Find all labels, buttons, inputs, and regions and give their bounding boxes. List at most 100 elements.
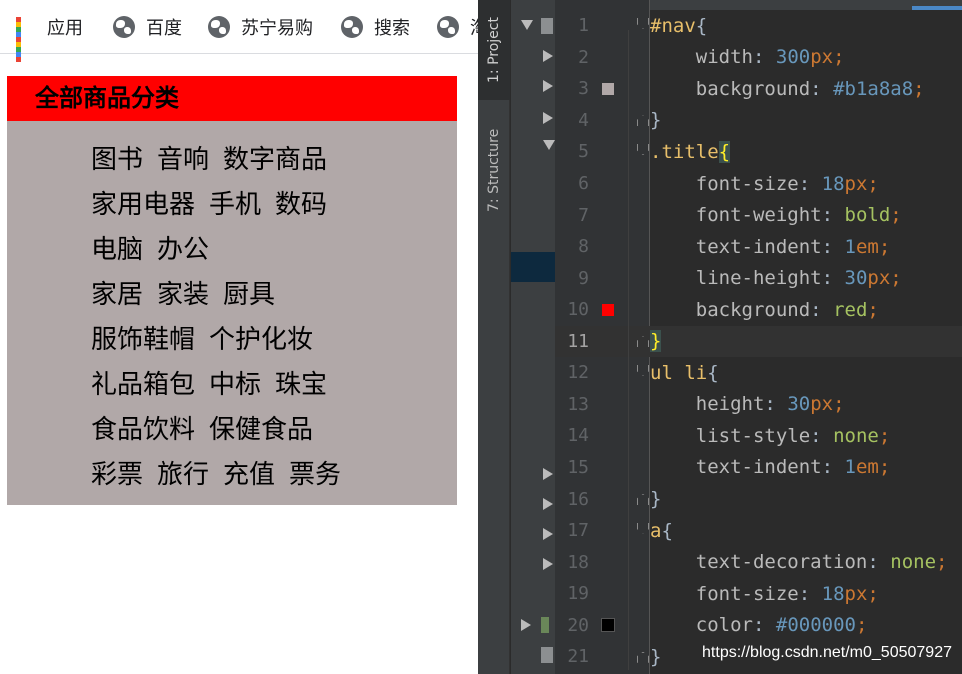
category-link[interactable]: 票务: [289, 460, 341, 490]
selected-tree-row[interactable]: [511, 252, 555, 282]
code-line[interactable]: 13 height: 30px;: [555, 389, 962, 421]
bookmark-taobao[interactable]: 淘: [437, 14, 478, 40]
category-link[interactable]: 服饰鞋帽: [91, 325, 195, 355]
code-line[interactable]: 1 #nav{: [555, 10, 962, 42]
bookmark-baidu[interactable]: 百度: [113, 14, 182, 40]
tab-project[interactable]: 1: Project: [478, 0, 510, 100]
category-link[interactable]: 数字商品: [223, 145, 327, 175]
category-row: 家用电器 手机 数码: [91, 188, 457, 233]
code-line[interactable]: 17 a{: [555, 515, 962, 547]
code-text: #nav{: [650, 14, 708, 37]
code-text: text-decoration: none;: [695, 551, 948, 574]
code-line[interactable]: 8 text-indent: 1em;: [555, 231, 962, 263]
line-number: 12: [567, 362, 589, 384]
category-link[interactable]: 数码: [275, 190, 327, 220]
tab-structure[interactable]: 7: Structure: [478, 110, 510, 230]
collapse-arrow-icon[interactable]: [543, 140, 555, 150]
code-line[interactable]: 6 font-size: 18px;: [555, 168, 962, 200]
category-link[interactable]: 音响: [157, 145, 209, 175]
apps-grid-icon: [16, 17, 36, 62]
indent-guide: [628, 30, 629, 670]
line-number: 2: [578, 46, 589, 68]
code-line[interactable]: 11}: [555, 325, 962, 357]
category-link[interactable]: 手机: [209, 190, 261, 220]
line-number: 4: [578, 109, 589, 131]
category-link[interactable]: 家装: [157, 280, 209, 310]
category-row: 食品饮料 保健食品: [91, 413, 457, 458]
expand-arrow-icon[interactable]: [543, 112, 553, 124]
code-text: a{: [650, 519, 673, 542]
code-line[interactable]: 9 line-height: 30px;: [555, 262, 962, 294]
category-link[interactable]: 彩票: [91, 460, 143, 490]
tool-window-strip: 1: Project 7: Structure: [478, 0, 510, 674]
code-line[interactable]: 7 font-weight: bold;: [555, 199, 962, 231]
code-line[interactable]: 4}: [555, 105, 962, 137]
code-text: line-height: 30px;: [695, 267, 902, 290]
expand-arrow-icon[interactable]: [543, 498, 553, 510]
code-line[interactable]: 15 text-indent: 1em;: [555, 452, 962, 484]
code-line[interactable]: 5 .title{: [555, 136, 962, 168]
color-swatch-icon[interactable]: [602, 82, 614, 95]
watermark-url: https://blog.csdn.net/m0_50507927: [702, 644, 952, 662]
expand-arrow-icon[interactable]: [543, 50, 553, 62]
bookmark-label: 搜索: [374, 18, 410, 39]
line-number: 1: [578, 15, 589, 37]
expand-arrow-icon[interactable]: [521, 619, 531, 631]
file-icon: [541, 647, 553, 663]
category-link[interactable]: 图书: [91, 145, 143, 175]
category-row: 服饰鞋帽 个护化妆: [91, 323, 457, 368]
category-link[interactable]: 个护化妆: [209, 325, 313, 355]
category-link[interactable]: 办公: [157, 235, 209, 265]
code-line[interactable]: 20 color: #000000;: [555, 609, 962, 641]
category-link[interactable]: 充值: [223, 460, 275, 490]
code-text: font-size: 18px;: [695, 582, 879, 605]
code-line[interactable]: 19 font-size: 18px;: [555, 578, 962, 610]
line-number: 14: [567, 425, 589, 447]
color-swatch-icon[interactable]: [602, 303, 614, 316]
color-swatch-icon[interactable]: [601, 618, 615, 633]
code-line[interactable]: 3 background: #b1a8a8;: [555, 73, 962, 105]
globe-icon: [208, 16, 230, 38]
category-link[interactable]: 电脑: [91, 235, 143, 265]
project-tree-panel: [511, 0, 555, 674]
fold-close-icon[interactable]: [635, 649, 649, 665]
line-number: 11: [567, 330, 589, 352]
category-link[interactable]: 旅行: [157, 460, 209, 490]
code-line[interactable]: 2 width: 300px;: [555, 42, 962, 74]
collapse-arrow-icon[interactable]: [521, 20, 533, 30]
expand-arrow-icon[interactable]: [543, 528, 553, 540]
code-editor[interactable]: 1 #nav{ 2 width: 300px; 3 background: #b1a8…: [555, 0, 962, 674]
line-number: 8: [578, 236, 589, 258]
line-number: 7: [578, 204, 589, 226]
fold-close-icon[interactable]: [635, 491, 649, 507]
category-link[interactable]: 食品饮料: [91, 415, 195, 445]
fold-open-icon[interactable]: [635, 523, 649, 539]
expand-arrow-icon[interactable]: [543, 80, 553, 92]
fold-open-icon[interactable]: [635, 144, 649, 160]
line-number: 18: [567, 551, 589, 573]
code-line[interactable]: 18 text-decoration: none;: [555, 546, 962, 578]
fold-open-icon[interactable]: [635, 365, 649, 381]
category-link[interactable]: 厨具: [223, 280, 275, 310]
code-line[interactable]: 12 ul li{: [555, 357, 962, 389]
category-link[interactable]: 珠宝: [275, 370, 327, 400]
code-line[interactable]: 14 list-style: none;: [555, 420, 962, 452]
fold-close-icon[interactable]: [635, 112, 649, 128]
code-line[interactable]: 16}: [555, 483, 962, 515]
category-link[interactable]: 家用电器: [91, 190, 195, 220]
category-row: 礼品箱包 中标 珠宝: [91, 368, 457, 413]
category-link[interactable]: 家居: [91, 280, 143, 310]
code-text: font-weight: bold;: [695, 204, 902, 227]
expand-arrow-icon[interactable]: [543, 468, 553, 480]
code-text: }: [650, 488, 662, 510]
fold-close-icon[interactable]: [635, 333, 649, 349]
category-link[interactable]: 中标: [209, 370, 261, 400]
code-line[interactable]: 10 background: red;: [555, 294, 962, 326]
expand-arrow-icon[interactable]: [543, 558, 553, 570]
bookmark-search[interactable]: 搜索: [341, 14, 410, 40]
bookmark-apps[interactable]: 应用: [16, 14, 83, 62]
category-link[interactable]: 保健食品: [209, 415, 313, 445]
fold-open-icon[interactable]: [635, 18, 649, 34]
category-link[interactable]: 礼品箱包: [91, 370, 195, 400]
bookmark-suning[interactable]: 苏宁易购: [208, 14, 313, 40]
